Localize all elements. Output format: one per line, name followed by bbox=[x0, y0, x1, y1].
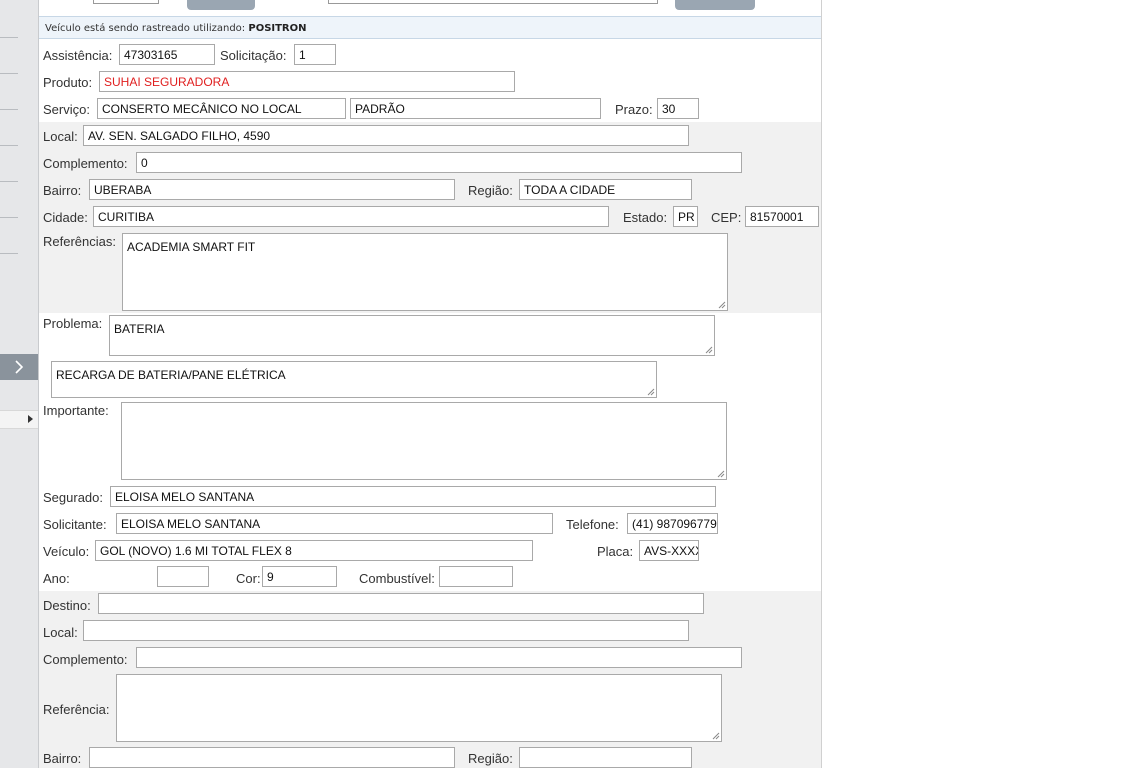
top-search-input[interactable] bbox=[328, 0, 658, 4]
segurado-field[interactable]: ELOISA MELO SANTANA bbox=[110, 486, 716, 507]
chevron-right-icon bbox=[15, 360, 24, 374]
destino-regiao-field[interactable] bbox=[519, 747, 692, 768]
assistencia-field[interactable]: 47303165 bbox=[119, 44, 215, 65]
tracking-provider: POSITRON bbox=[248, 23, 307, 34]
placa-field[interactable]: AVS-XXXX bbox=[639, 540, 699, 561]
destino-local-label: Local: bbox=[43, 625, 78, 640]
cor-label: Cor: bbox=[236, 571, 261, 586]
destino-regiao-label: Região: bbox=[468, 751, 513, 766]
resize-grip-icon bbox=[647, 388, 655, 396]
solicitacao-label: Solicitação: bbox=[220, 48, 287, 63]
regiao-label: Região: bbox=[468, 183, 513, 198]
cep-field[interactable]: 81570001 bbox=[745, 206, 819, 227]
solicitante-field[interactable]: ELOISA MELO SANTANA bbox=[116, 513, 553, 534]
importante-textarea[interactable] bbox=[121, 402, 727, 480]
local-field[interactable]: AV. SEN. SALGADO FILHO, 4590 bbox=[83, 125, 689, 146]
destino-complemento-field[interactable] bbox=[136, 647, 742, 668]
left-sidebar bbox=[0, 0, 39, 768]
destino-field[interactable] bbox=[98, 593, 704, 614]
sidebar-divider bbox=[0, 73, 18, 74]
placa-label: Placa: bbox=[597, 544, 634, 559]
top-input[interactable] bbox=[93, 0, 159, 4]
resize-grip-icon bbox=[717, 470, 725, 478]
telefone-field[interactable]: (41) 987096779 bbox=[627, 513, 718, 534]
cep-label: CEP: bbox=[711, 210, 742, 225]
destino-referencia-label: Referência: bbox=[43, 702, 110, 717]
sidebar-expand-item[interactable] bbox=[0, 410, 38, 429]
referencias-label: Referências: bbox=[43, 234, 116, 249]
destino-bairro-label: Bairro: bbox=[43, 751, 82, 766]
regiao-field[interactable]: TODA A CIDADE bbox=[519, 179, 692, 200]
bairro-field[interactable]: UBERABA bbox=[89, 179, 455, 200]
estado-label: Estado: bbox=[623, 210, 668, 225]
cor-field[interactable]: 9 bbox=[262, 566, 337, 587]
prazo-label: Prazo: bbox=[615, 102, 653, 117]
local-label: Local: bbox=[43, 129, 78, 144]
top-button[interactable] bbox=[187, 0, 255, 10]
destino-local-field[interactable] bbox=[83, 620, 689, 641]
cidade-field[interactable]: CURITIBA bbox=[93, 206, 609, 227]
complemento-field[interactable]: 0 bbox=[136, 152, 742, 173]
assistencia-label: Assistência: bbox=[43, 48, 113, 63]
servico-field[interactable]: CONSERTO MECÂNICO NO LOCAL bbox=[97, 98, 346, 119]
resize-grip-icon bbox=[705, 346, 713, 354]
sidebar-divider bbox=[0, 145, 18, 146]
assistance-form: Veículo está sendo rastreado utilizando:… bbox=[39, 0, 822, 768]
servico-tipo-field[interactable]: PADRÃO bbox=[350, 98, 601, 119]
tracking-prefix: Veículo está sendo rastreado utilizando: bbox=[45, 23, 246, 34]
problema-label: Problema: bbox=[43, 316, 103, 331]
resize-grip-icon bbox=[718, 301, 726, 309]
solicitante-label: Solicitante: bbox=[43, 517, 107, 532]
sidebar-divider bbox=[0, 217, 18, 218]
sidebar-divider bbox=[0, 181, 18, 182]
cidade-label: Cidade: bbox=[43, 210, 88, 225]
top-button[interactable] bbox=[675, 0, 755, 10]
segurado-label: Segurado: bbox=[43, 490, 103, 505]
combustivel-field[interactable] bbox=[439, 566, 513, 587]
referencias-textarea[interactable]: ACADEMIA SMART FIT bbox=[122, 233, 728, 311]
importante-label: Importante: bbox=[43, 403, 109, 418]
bairro-label: Bairro: bbox=[43, 183, 82, 198]
referencias-text: ACADEMIA SMART FIT bbox=[127, 240, 256, 254]
sidebar-divider bbox=[0, 109, 18, 110]
ano-field[interactable] bbox=[157, 566, 209, 587]
sidebar-divider bbox=[0, 37, 18, 38]
resize-grip-icon bbox=[712, 732, 720, 740]
problema-detalhe-text: RECARGA DE BATERIA/PANE ELÉTRICA bbox=[56, 368, 286, 382]
estado-field[interactable]: PR bbox=[673, 206, 698, 227]
caret-right-icon bbox=[28, 415, 33, 423]
ano-label: Ano: bbox=[43, 571, 70, 586]
problema-detalhe-textarea[interactable]: RECARGA DE BATERIA/PANE ELÉTRICA bbox=[51, 361, 657, 398]
veiculo-field[interactable]: GOL (NOVO) 1.6 MI TOTAL FLEX 8 bbox=[95, 540, 533, 561]
destino-label: Destino: bbox=[43, 598, 91, 613]
telefone-label: Telefone: bbox=[566, 517, 619, 532]
tracking-banner: Veículo está sendo rastreado utilizando:… bbox=[39, 16, 821, 39]
complemento-label: Complemento: bbox=[43, 156, 128, 171]
prazo-field[interactable]: 30 bbox=[657, 98, 699, 119]
sidebar-divider bbox=[0, 253, 18, 254]
problema-textarea[interactable]: BATERIA bbox=[109, 315, 715, 356]
destino-referencia-textarea[interactable] bbox=[116, 674, 722, 742]
produto-field[interactable]: SUHAI SEGURADORA bbox=[99, 71, 515, 92]
produto-label: Produto: bbox=[43, 75, 93, 90]
problema-text: BATERIA bbox=[114, 322, 165, 336]
servico-label: Serviço: bbox=[43, 102, 90, 117]
solicitacao-field[interactable]: 1 bbox=[294, 44, 336, 65]
destino-complemento-label: Complemento: bbox=[43, 652, 128, 667]
sidebar-toggle-button[interactable] bbox=[0, 354, 38, 380]
veiculo-label: Veículo: bbox=[43, 544, 90, 559]
destino-bairro-field[interactable] bbox=[89, 747, 455, 768]
combustivel-label: Combustível: bbox=[359, 571, 435, 586]
